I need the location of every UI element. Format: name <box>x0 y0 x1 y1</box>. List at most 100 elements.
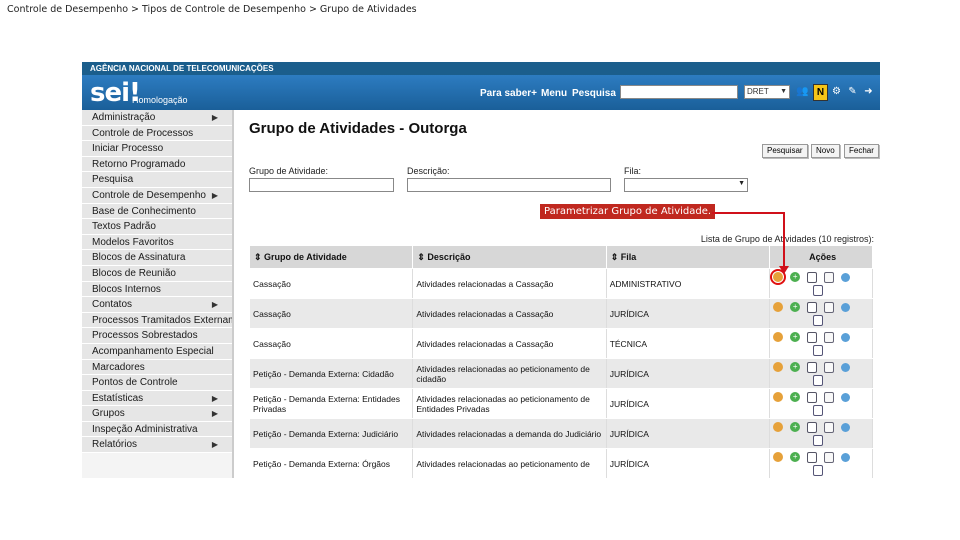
column-header-group[interactable]: ⇕ Grupo de Atividade <box>248 245 414 269</box>
view-icon[interactable] <box>807 391 818 403</box>
users-icon[interactable]: 👥 <box>796 84 809 99</box>
cell-descricao: Atividades relacionadas a Cassação <box>412 268 607 299</box>
column-header-queue[interactable]: ⇕ Fila <box>605 245 771 269</box>
sidebar-item-label: Relatórios <box>92 439 138 451</box>
sidebar-item[interactable]: Processos Tramitados Externamente <box>82 312 232 329</box>
table-row: Petição - Demanda Externa: Cidadão Ativid… <box>248 358 873 389</box>
tools-icon[interactable]: ✎ <box>846 84 859 99</box>
new-button[interactable]: Novo <box>811 144 840 158</box>
add-activity-icon[interactable]: + <box>790 362 801 373</box>
parametrize-icon[interactable] <box>773 332 784 343</box>
queue-filter-select[interactable] <box>624 178 748 192</box>
edit-icon[interactable] <box>824 301 835 313</box>
link-pesquisa[interactable]: Pesquisa <box>572 88 616 99</box>
delete-icon[interactable] <box>813 314 824 326</box>
cell-fila: JURÍDICA <box>605 358 771 389</box>
edit-icon[interactable] <box>824 271 835 283</box>
sidebar-item[interactable]: Modelos Favoritos <box>82 234 232 251</box>
delete-icon[interactable] <box>813 434 824 446</box>
change-icon[interactable] <box>841 422 851 432</box>
view-icon[interactable] <box>807 271 818 283</box>
sei-app-window: AGÊNCIA NACIONAL DE TELECOMUNICAÇÕES sei… <box>82 62 880 478</box>
sidebar-item[interactable]: Estatísticas ▶ <box>82 390 232 407</box>
parametrize-icon[interactable] <box>773 422 784 433</box>
sidebar-item[interactable]: Iniciar Processo <box>82 141 232 157</box>
sidebar-item[interactable]: Controle de Processos <box>82 125 232 142</box>
cell-fila: JURÍDICA <box>605 418 771 449</box>
sidebar-item[interactable]: Grupos ▶ <box>82 406 232 422</box>
edit-icon[interactable] <box>824 391 835 403</box>
view-icon[interactable] <box>807 421 818 433</box>
sidebar-item[interactable]: Textos Padrão <box>82 219 232 235</box>
change-icon[interactable] <box>841 302 851 312</box>
activity-groups-table: ⇕ Grupo de Atividade ⇕ Descrição ⇕ Fila … <box>248 245 873 478</box>
add-activity-icon[interactable]: + <box>790 422 801 433</box>
delete-icon[interactable] <box>813 404 824 416</box>
sidebar-item[interactable]: Relatórios ▶ <box>82 437 232 454</box>
parametrize-icon[interactable] <box>773 302 784 313</box>
view-icon[interactable] <box>807 331 818 343</box>
change-icon[interactable] <box>841 272 851 282</box>
search-button[interactable]: Pesquisar <box>762 144 808 158</box>
change-icon[interactable] <box>841 362 851 372</box>
sidebar-item[interactable]: Controle de Desempenho ▶ <box>82 187 232 204</box>
desc-filter-input[interactable] <box>407 178 611 192</box>
add-activity-icon[interactable]: + <box>790 332 801 343</box>
gear-icon[interactable]: ⚙ <box>830 84 843 99</box>
parametrize-icon[interactable] <box>773 452 784 463</box>
sidebar-item[interactable]: Blocos Internos <box>82 281 232 298</box>
delete-icon[interactable] <box>813 374 824 386</box>
page-title: Grupo de Atividades - Outorga <box>249 120 467 137</box>
exit-icon[interactable]: ➜ <box>862 84 875 99</box>
sidebar-item[interactable]: Contatos ▶ <box>82 297 232 313</box>
delete-icon[interactable] <box>813 344 824 356</box>
sidebar-item[interactable]: Acompanhamento Especial <box>82 343 232 360</box>
cell-descricao: Atividades relacionadas a Cassação <box>412 298 607 329</box>
view-icon[interactable] <box>807 301 818 313</box>
sidebar-item[interactable]: Retorno Programado <box>82 156 232 173</box>
add-activity-icon[interactable]: + <box>790 392 801 403</box>
cell-descricao: Atividades relacionadas ao peticionament… <box>412 448 607 478</box>
cell-fila: ADMINISTRATIVO <box>605 268 771 299</box>
sidebar-item-label: Blocos de Reunião <box>92 267 176 279</box>
add-activity-icon[interactable]: + <box>790 272 801 283</box>
edit-icon[interactable] <box>824 421 835 433</box>
change-icon[interactable] <box>841 332 851 342</box>
change-icon[interactable] <box>841 392 851 402</box>
edit-icon[interactable] <box>824 331 835 343</box>
edit-icon[interactable] <box>824 451 835 463</box>
sidebar-item-label: Processos Tramitados Externamente <box>92 314 232 326</box>
notes-icon[interactable]: N <box>813 84 828 101</box>
group-filter-input[interactable] <box>249 178 394 192</box>
column-header-description[interactable]: ⇕ Descrição <box>412 245 607 269</box>
view-icon[interactable] <box>807 451 818 463</box>
sidebar-item[interactable]: Pesquisa <box>82 172 232 188</box>
parametrize-icon[interactable] <box>773 392 784 403</box>
sidebar-item[interactable]: Blocos de Assinatura <box>82 250 232 266</box>
agency-bar: AGÊNCIA NACIONAL DE TELECOMUNICAÇÕES <box>82 62 880 75</box>
view-icon[interactable] <box>807 361 818 373</box>
delete-icon[interactable] <box>813 284 824 296</box>
sidebar-item[interactable]: Processos Sobrestados <box>82 328 232 344</box>
cell-actions: + <box>769 448 873 478</box>
sidebar-item-label: Controle de Desempenho <box>92 189 206 201</box>
sidebar-item[interactable]: Blocos de Reunião <box>82 265 232 282</box>
sidebar-item[interactable]: Inspeção Administrativa <box>82 421 232 438</box>
parametrize-icon[interactable] <box>773 362 784 373</box>
unit-select[interactable]: DRET <box>744 85 790 99</box>
cell-descricao: Atividades relacionadas a demanda do Jud… <box>412 418 607 449</box>
sidebar-item[interactable]: Base de Conhecimento <box>82 203 232 220</box>
add-activity-icon[interactable]: + <box>790 452 801 463</box>
callout-arrow-head <box>779 266 789 274</box>
link-para-saber[interactable]: Para saber+ <box>480 88 537 99</box>
add-activity-icon[interactable]: + <box>790 302 801 313</box>
sidebar-item[interactable]: Marcadores <box>82 359 232 376</box>
sidebar-item[interactable]: Administração ▶ <box>82 110 232 126</box>
edit-icon[interactable] <box>824 361 835 373</box>
change-icon[interactable] <box>841 452 851 462</box>
delete-icon[interactable] <box>813 464 824 476</box>
link-menu[interactable]: Menu <box>541 88 567 99</box>
search-input[interactable] <box>620 85 738 99</box>
sidebar-item[interactable]: Pontos de Controle <box>82 375 232 391</box>
close-button[interactable]: Fechar <box>844 144 879 158</box>
